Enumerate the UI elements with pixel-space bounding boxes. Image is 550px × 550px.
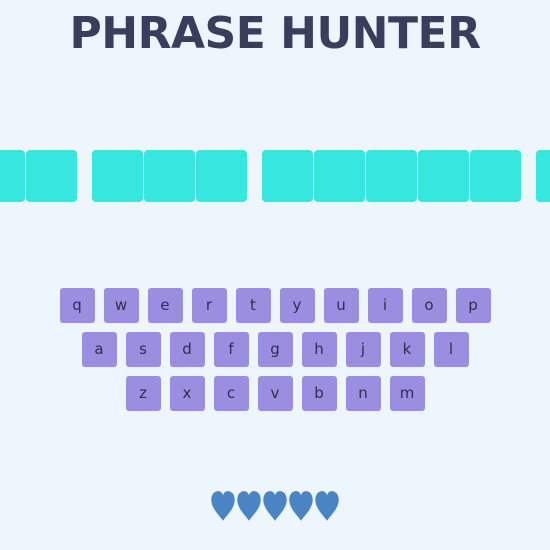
lives-scoreboard xyxy=(0,490,550,522)
phrase-letter-tile xyxy=(92,150,143,202)
phrase-letter-tile xyxy=(26,150,77,202)
key-g[interactable]: g xyxy=(257,332,293,367)
phrase-letter-tile xyxy=(314,150,365,202)
phrase-letter-tile xyxy=(144,150,195,202)
heart-icon xyxy=(315,491,339,521)
key-s[interactable]: s xyxy=(125,332,161,367)
phrase-letter-tile xyxy=(366,150,417,202)
phrase-letter-tile xyxy=(0,150,25,202)
phrase-letter-tile xyxy=(470,150,521,202)
phrase-letter-tile xyxy=(536,150,550,202)
key-o[interactable]: o xyxy=(411,288,447,323)
key-w[interactable]: w xyxy=(103,288,139,323)
phrase-letter-tile xyxy=(196,150,247,202)
key-l[interactable]: l xyxy=(433,332,469,367)
phrase-board xyxy=(0,150,550,202)
key-p[interactable]: p xyxy=(455,288,491,323)
key-k[interactable]: k xyxy=(389,332,425,367)
key-r[interactable]: r xyxy=(191,288,227,323)
key-i[interactable]: i xyxy=(367,288,403,323)
heart-icon xyxy=(211,491,235,521)
key-h[interactable]: h xyxy=(301,332,337,367)
heart-icon xyxy=(263,491,287,521)
keyboard-row: qwertyuiop xyxy=(0,288,550,323)
heart-icon xyxy=(289,491,313,521)
key-e[interactable]: e xyxy=(147,288,183,323)
key-a[interactable]: a xyxy=(81,332,117,367)
key-z[interactable]: z xyxy=(125,376,161,411)
phrase-letter-tile xyxy=(418,150,469,202)
phrase-space xyxy=(78,150,91,202)
game-screen: PHRASE HUNTER qwertyuiop asdfghjkl zxcvbnm xyxy=(0,0,550,550)
key-f[interactable]: f xyxy=(213,332,249,367)
phrase-tiles xyxy=(0,150,550,202)
key-j[interactable]: j xyxy=(345,332,381,367)
heart-icon xyxy=(237,491,261,521)
phrase-letter-tile xyxy=(262,150,313,202)
key-c[interactable]: c xyxy=(213,376,249,411)
key-v[interactable]: v xyxy=(257,376,293,411)
key-u[interactable]: u xyxy=(323,288,359,323)
on-screen-keyboard: qwertyuiop asdfghjkl zxcvbnm xyxy=(0,288,550,420)
phrase-space xyxy=(248,150,261,202)
key-t[interactable]: t xyxy=(235,288,271,323)
phrase-space xyxy=(522,150,535,202)
key-d[interactable]: d xyxy=(169,332,205,367)
key-b[interactable]: b xyxy=(301,376,337,411)
key-q[interactable]: q xyxy=(59,288,95,323)
keyboard-row: zxcvbnm xyxy=(0,376,550,411)
game-title: PHRASE HUNTER xyxy=(69,8,481,59)
keyboard-row: asdfghjkl xyxy=(0,332,550,367)
key-y[interactable]: y xyxy=(279,288,315,323)
key-x[interactable]: x xyxy=(169,376,205,411)
key-m[interactable]: m xyxy=(389,376,425,411)
key-n[interactable]: n xyxy=(345,376,381,411)
